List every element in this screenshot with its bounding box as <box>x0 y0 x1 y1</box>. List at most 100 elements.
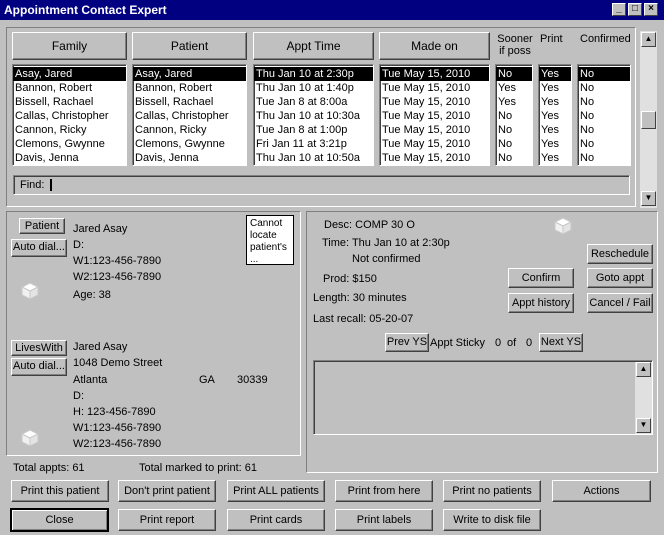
appt-time-cell[interactable]: Thu Jan 10 at 1:40p <box>254 81 373 95</box>
scroll-up-icon[interactable]: ▲ <box>641 32 656 47</box>
sticky-note-area[interactable]: ▲ ▼ <box>313 360 653 435</box>
sticky-scrollbar[interactable]: ▲ ▼ <box>635 362 652 434</box>
print-this-patient-button[interactable]: Print this patient <box>11 480 109 502</box>
print-cell[interactable]: Yes <box>539 95 571 109</box>
patient-button[interactable]: Patient <box>19 218 65 234</box>
appt-time-cell[interactable]: Thu Jan 10 at 2:30p <box>254 67 373 81</box>
close-window-button[interactable]: × <box>644 3 658 16</box>
appt-time-cell[interactable]: Tue Jan 8 at 8:00a <box>254 95 373 109</box>
dont-print-patient-button[interactable]: Don't print patient <box>118 480 216 502</box>
print-from-here-button[interactable]: Print from here <box>335 480 433 502</box>
print-cell[interactable]: Yes <box>539 137 571 151</box>
print-cards-button[interactable]: Print cards <box>227 509 325 531</box>
column-header-patient[interactable]: Patient <box>132 32 247 60</box>
appt-desc: Desc: COMP 30 O <box>324 219 415 231</box>
made-on-cell[interactable]: Tue May 15, 2010 <box>380 81 489 95</box>
reschedule-button[interactable]: Reschedule <box>587 244 653 264</box>
made-on-list[interactable]: Tue May 15, 2010 Tue May 15, 2010 Tue May … <box>379 64 490 166</box>
print-cell[interactable]: Yes <box>539 151 571 165</box>
confirmed-cell[interactable]: No <box>578 81 630 95</box>
sooner-cell[interactable]: No <box>496 109 532 123</box>
patient-cell[interactable]: Davis, Jenna <box>133 151 246 165</box>
made-on-cell[interactable]: Tue May 15, 2010 <box>380 67 489 81</box>
lives-with-auto-dial-button[interactable]: Auto dial... <box>11 358 67 376</box>
made-on-cell[interactable]: Tue May 15, 2010 <box>380 95 489 109</box>
write-to-disk-button[interactable]: Write to disk file <box>443 509 541 531</box>
title-bar: Appointment Contact Expert _ □ × <box>0 0 664 20</box>
family-cell[interactable]: Cannon, Ricky <box>13 123 126 137</box>
print-cell[interactable]: Yes <box>539 123 571 137</box>
patient-cell[interactable]: Cannon, Ricky <box>133 123 246 137</box>
scroll-down-icon[interactable]: ▼ <box>641 191 656 206</box>
sooner-cell[interactable]: No <box>496 123 532 137</box>
family-list[interactable]: Asay, Jared Bannon, Robert Bissell, Rachae… <box>12 64 127 166</box>
sooner-list[interactable]: No Yes Yes No No No No <box>495 64 533 166</box>
column-header-appt-time[interactable]: Appt Time <box>253 32 374 60</box>
total-marked: Total marked to print: 61 <box>139 462 258 474</box>
close-button[interactable]: Close <box>10 508 109 532</box>
scroll-thumb[interactable] <box>641 111 656 129</box>
patient-cell[interactable]: Bannon, Robert <box>133 81 246 95</box>
family-cell[interactable]: Bissell, Rachael <box>13 95 126 109</box>
made-on-cell[interactable]: Tue May 15, 2010 <box>380 109 489 123</box>
minimize-button[interactable]: _ <box>612 3 626 16</box>
find-input[interactable] <box>50 179 52 191</box>
sooner-cell[interactable]: No <box>496 137 532 151</box>
column-header-made-on[interactable]: Made on <box>379 32 490 60</box>
confirm-button[interactable]: Confirm <box>508 268 574 288</box>
print-cell[interactable]: Yes <box>539 67 571 81</box>
appt-last-recall: Last recall: 05-20-07 <box>313 313 414 325</box>
confirmed-cell[interactable]: No <box>578 67 630 81</box>
patient-cell[interactable]: Asay, Jared <box>133 67 246 81</box>
print-report-button[interactable]: Print report <box>118 509 216 531</box>
family-cell[interactable]: Asay, Jared <box>13 67 126 81</box>
confirmed-cell[interactable]: No <box>578 109 630 123</box>
family-cell[interactable]: Bannon, Robert <box>13 81 126 95</box>
lives-with-button[interactable]: LivesWith <box>11 340 67 356</box>
appt-time-cell[interactable]: Thu Jan 10 at 10:50a <box>254 151 373 165</box>
patient-auto-dial-button[interactable]: Auto dial... <box>11 239 67 257</box>
scroll-up-icon[interactable]: ▲ <box>636 362 651 377</box>
column-header-family[interactable]: Family <box>12 32 127 60</box>
column-header-sooner: Sooner if poss <box>497 33 533 57</box>
print-all-patients-button[interactable]: Print ALL patients <box>227 480 325 502</box>
made-on-cell[interactable]: Tue May 15, 2010 <box>380 151 489 165</box>
next-ys-button[interactable]: Next YS <box>539 333 583 352</box>
made-on-cell[interactable]: Tue May 15, 2010 <box>380 123 489 137</box>
appt-time-cell[interactable]: Thu Jan 10 at 10:30a <box>254 109 373 123</box>
print-cell[interactable]: Yes <box>539 109 571 123</box>
patient-cell[interactable]: Clemons, Gwynne <box>133 137 246 151</box>
cancel-fail-button[interactable]: Cancel / Fail <box>587 293 653 313</box>
print-no-patients-button[interactable]: Print no patients <box>443 480 541 502</box>
scroll-down-icon[interactable]: ▼ <box>636 418 651 433</box>
sooner-cell[interactable]: Yes <box>496 95 532 109</box>
patient-list[interactable]: Asay, Jared Bannon, Robert Bissell, Rachae… <box>132 64 247 166</box>
confirmed-cell[interactable]: No <box>578 123 630 137</box>
actions-button[interactable]: Actions <box>552 480 651 502</box>
goto-appt-button[interactable]: Goto appt <box>587 268 653 288</box>
print-list[interactable]: Yes Yes Yes Yes Yes Yes Yes <box>538 64 572 166</box>
print-cell[interactable]: Yes <box>539 81 571 95</box>
prev-ys-button[interactable]: Prev YS <box>385 333 429 352</box>
family-cell[interactable]: Callas, Christopher <box>13 109 126 123</box>
confirmed-cell[interactable]: No <box>578 151 630 165</box>
confirmed-cell[interactable]: No <box>578 95 630 109</box>
made-on-cell[interactable]: Tue May 15, 2010 <box>380 137 489 151</box>
patient-cell[interactable]: Bissell, Rachael <box>133 95 246 109</box>
appt-time-cell[interactable]: Fri Jan 11 at 3:21p <box>254 137 373 151</box>
appt-history-button[interactable]: Appt history <box>508 293 574 313</box>
confirmed-cell[interactable]: No <box>578 137 630 151</box>
sooner-cell[interactable]: Yes <box>496 81 532 95</box>
sooner-cell[interactable]: No <box>496 151 532 165</box>
appt-time-cell[interactable]: Tue Jan 8 at 1:00p <box>254 123 373 137</box>
sooner-cell[interactable]: No <box>496 67 532 81</box>
patient-note[interactable]: Cannot locate patient's ... <box>246 215 294 265</box>
patient-cell[interactable]: Callas, Christopher <box>133 109 246 123</box>
confirmed-list[interactable]: No No No No No No No <box>577 64 631 166</box>
print-labels-button[interactable]: Print labels <box>335 509 433 531</box>
family-cell[interactable]: Clemons, Gwynne <box>13 137 126 151</box>
family-cell[interactable]: Davis, Jenna <box>13 151 126 165</box>
maximize-button[interactable]: □ <box>628 3 642 16</box>
grid-scrollbar[interactable]: ▲ ▼ <box>640 31 657 208</box>
appt-time-list[interactable]: Thu Jan 10 at 2:30p Thu Jan 10 at 1:40p Tu… <box>253 64 374 166</box>
